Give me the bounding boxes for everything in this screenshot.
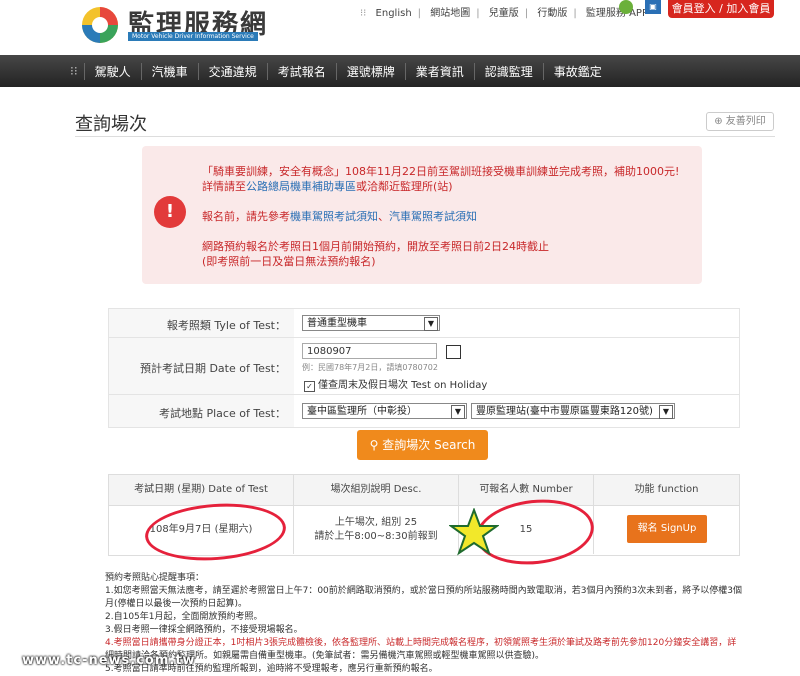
app-store-icon[interactable]: ▣ [645, 0, 661, 14]
note-item: 月(停權日以最後一次預約日起算)。 [105, 599, 248, 609]
nav-item-accident[interactable]: 事故鑑定 [542, 62, 612, 80]
exam-place-row: 考試地點 Place of Test： 臺中區監理所（中彰投） ▼ 豐原監理站(… [109, 395, 739, 427]
notice-line-3-prefix: 報名前，請先參考 [202, 210, 290, 223]
row-desc: 上午場次, 組別 25 請於上午8:00~8:30前報到 [294, 506, 459, 554]
nav-item-violation[interactable]: 交通違規 [197, 62, 267, 80]
note-item: 3.假日考照一律採全網路預約，不接受現場報名。 [105, 625, 303, 635]
print-icon: ⊕ [714, 116, 726, 127]
license-type-value: 普通重型機車 [307, 318, 367, 329]
divider [75, 136, 775, 137]
table-header: 考試日期 (星期) Date of Test 場次組別說明 Desc. 可報名人… [109, 475, 739, 506]
notice-box: ! 「騎車要訓練，安全有概念」108年11月22日前至駕訓班接受機車訓練並完成考… [142, 146, 702, 284]
top-link-sitemap[interactable]: 網站地圖 [430, 8, 470, 19]
note-item: 2.自105年1月起，全面開放預約考照。 [105, 612, 263, 622]
region-select[interactable]: 臺中區監理所（中彰投） ▼ [302, 403, 467, 419]
chevron-down-icon: ▼ [659, 405, 673, 419]
site-subtitle: Motor Vehicle Driver Information Service [128, 32, 258, 41]
exam-place-label: 考試地點 Place of Test： [159, 407, 286, 420]
notice-line-3-separator: 、 [378, 210, 389, 223]
exam-date-row: 預計考試日期 Date of Test： 1080907 例：民國78年7月2日… [109, 338, 739, 395]
date-hint: 例：民國78年7月2日，請填0780702 [302, 363, 438, 372]
menu-dots-icon: ⁝⁝ [360, 8, 367, 19]
license-type-row: 報考照類 Tyle of Test： 普通重型機車 ▼ [109, 309, 739, 338]
notice-line-1: 「騎車要訓練，安全有概念」108年11月22日前至駕訓班接受機車訓練並完成考照，… [202, 165, 680, 178]
search-form: 報考照類 Tyle of Test： 普通重型機車 ▼ 預計考試日期 Date … [108, 308, 740, 428]
notice-paragraph-1: 「騎車要訓練，安全有概念」108年11月22日前至駕訓班接受機車訓練並完成考照，… [202, 164, 692, 194]
note-item: 1.如您考照當天無法應考，請至遲於考照當日上午7：00前於網路取消預約，或於當日… [105, 586, 742, 596]
page-title: 查詢場次 [75, 114, 147, 135]
column-header-date: 考試日期 (星期) Date of Test [109, 475, 294, 505]
region-value: 臺中區監理所（中彰投） [307, 406, 417, 417]
nav-item-driver[interactable]: 駕駛人 [83, 62, 141, 80]
chevron-down-icon: ▼ [451, 405, 465, 419]
star-icon [449, 508, 499, 556]
station-value: 豐原監理站(臺中市豐原區豐東路120號) [476, 406, 653, 417]
print-button[interactable]: ⊕ 友善列印 [706, 112, 774, 131]
nav-item-business[interactable]: 業者資訊 [404, 62, 474, 80]
row-desc-line-1: 上午場次, 組別 25 [334, 517, 418, 528]
notice-line-2-suffix: 或洽鄰近監理所(站) [356, 180, 453, 193]
login-register-button[interactable]: 會員登入 / 加入會員 [668, 0, 774, 18]
note-item: 4.考照當日請攜帶身分證正本，1吋相片3張完成體檢後，依各監理所、站載上時間完成… [105, 638, 737, 648]
row-desc-line-2: 請於上午8:00~8:30前報到 [314, 531, 438, 542]
divider: | [524, 8, 529, 19]
exam-date-label: 預計考試日期 Date of Test： [139, 362, 286, 375]
car-exam-guide-link[interactable]: 汽車駕照考試須知 [389, 210, 477, 223]
exam-place-label-cell: 考試地點 Place of Test： [109, 395, 294, 427]
top-links: ⁝⁝ English | 網站地圖 | 兒童版 | 行動版 | 監理服務 APP [360, 4, 654, 19]
top-link-app[interactable]: 監理服務 APP [586, 8, 648, 19]
divider: | [476, 8, 480, 19]
license-type-select[interactable]: 普通重型機車 ▼ [302, 315, 440, 331]
warning-icon: ! [154, 196, 186, 228]
notes-title: 預約考照貼心提醒事項： [105, 573, 205, 583]
note-item: 細時間請洽各預約監理所。如親屬需自備重型機車。(免筆試者：需另備機汽車駕照或輕型… [105, 651, 545, 661]
notice-line-4: 網路預約報名於考照日1個月前開始預約，開放至考照日前2日24時截止 [202, 240, 549, 253]
nav-item-exam-registration[interactable]: 考試報名 [266, 62, 336, 80]
station-select[interactable]: 豐原監理站(臺中市豐原區豐東路120號) ▼ [471, 403, 675, 419]
globe-icon[interactable] [619, 0, 633, 14]
search-button-label: 查詢場次 Search [382, 438, 476, 452]
exam-date-label-cell: 預計考試日期 Date of Test： [109, 338, 294, 394]
print-button-label: 友善列印 [725, 116, 766, 127]
notice-paragraph-2: 報名前，請先參考機車駕照考試須知、汽車駕照考試須知 [202, 209, 692, 224]
holiday-checkbox-label: 僅查周末及假日場次 Test on Holiday [318, 380, 488, 391]
divider: | [417, 8, 422, 19]
main-nav: ⁝⁝ 駕駛人 汽機車 交通違規 考試報名 選號標牌 業者資訊 認識監理 事故鑑定 [0, 55, 800, 87]
nav-item-vehicle[interactable]: 汽機車 [140, 62, 198, 80]
holiday-filter: ✓ 僅查周末及假日場次 Test on Holiday [304, 376, 487, 392]
search-icon: ⚲ [369, 438, 383, 452]
column-header-function: 功能 function [634, 484, 699, 495]
license-type-label-cell: 報考照類 Tyle of Test： [109, 309, 294, 337]
exam-date-input[interactable]: 1080907 [302, 343, 437, 359]
top-link-mobile[interactable]: 行動版 [537, 8, 567, 19]
holiday-checkbox[interactable]: ✓ [304, 381, 315, 392]
site-header: 監理服務網 Motor Vehicle Driver Information S… [0, 0, 800, 55]
nav-item-plates[interactable]: 選號標牌 [335, 62, 405, 80]
calendar-icon[interactable] [446, 345, 461, 359]
motorcycle-subsidy-link[interactable]: 公路總局機車補助專區 [246, 180, 356, 193]
notice-line-2-prefix: 詳情請至 [202, 180, 246, 193]
nav-item-about[interactable]: 認識監理 [473, 62, 543, 80]
signup-button[interactable]: 報名 SignUp [627, 515, 707, 543]
top-link-kids[interactable]: 兒童版 [489, 8, 519, 19]
notice-paragraph-3: 網路預約報名於考照日1個月前開始預約，開放至考照日前2日24時截止 (即考照前一… [202, 239, 692, 269]
search-button[interactable]: ⚲ 查詢場次 Search [357, 430, 488, 460]
column-header-desc: 場次組別說明 Desc. [294, 475, 459, 505]
note-item: 5.考照當日請準時前往預約監理所報到，逾時將不受理報考，應另行重新預約報名。 [105, 664, 438, 674]
menu-dots-icon: ⁝⁝ [70, 64, 78, 78]
top-link-english[interactable]: English [376, 8, 412, 19]
license-type-label: 報考照類 Tyle of Test： [166, 319, 286, 332]
chevron-down-icon: ▼ [424, 317, 438, 331]
notes-section: 預約考照貼心提醒事項： 1.如您考照當天無法應考，請至遲於考照當日上午7：00前… [105, 572, 745, 676]
site-logo-icon[interactable] [80, 5, 120, 45]
motorcycle-exam-guide-link[interactable]: 機車駕照考試須知 [290, 210, 378, 223]
notice-line-5: (即考照前一日及當日無法預約報名) [202, 255, 376, 268]
watermark: www.tc-news.com.tw [22, 653, 196, 668]
divider: | [573, 8, 577, 19]
